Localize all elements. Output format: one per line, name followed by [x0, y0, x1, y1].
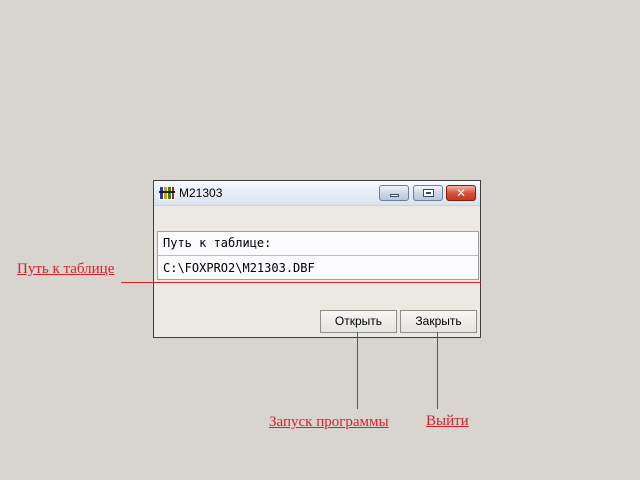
annotation-line-exit	[437, 332, 438, 409]
title-bar[interactable]: M21303 ✕	[154, 181, 480, 206]
table-path-label: Путь к таблице:	[163, 236, 272, 250]
path-divider	[158, 255, 478, 256]
foxpro-app-icon[interactable]	[159, 186, 175, 200]
close-button[interactable]: Закрыть	[400, 310, 477, 333]
minimize-icon	[390, 194, 399, 197]
annotation-line-run	[357, 332, 358, 409]
maximize-button[interactable]	[413, 185, 443, 201]
annotation-exit: Выйти	[426, 413, 469, 429]
window-title: M21303	[179, 186, 223, 200]
table-path-value[interactable]: C:\FOXPRO2\M21303.DBF	[163, 261, 315, 276]
annotation-table-path: Путь к таблице	[17, 261, 115, 277]
minimize-button[interactable]	[379, 185, 409, 201]
maximize-icon	[423, 189, 434, 197]
app-window: M21303 ✕ Путь к таблице: C:\FOXPRO2\M213…	[153, 180, 481, 338]
annotation-line-table-path	[121, 282, 481, 283]
close-window-button[interactable]: ✕	[446, 185, 476, 201]
table-path-panel: Путь к таблице: C:\FOXPRO2\M21303.DBF	[157, 231, 479, 280]
close-icon: ✕	[455, 186, 467, 200]
annotation-run-program: Запуск программы	[269, 414, 389, 430]
open-button[interactable]: Открыть	[320, 310, 397, 333]
